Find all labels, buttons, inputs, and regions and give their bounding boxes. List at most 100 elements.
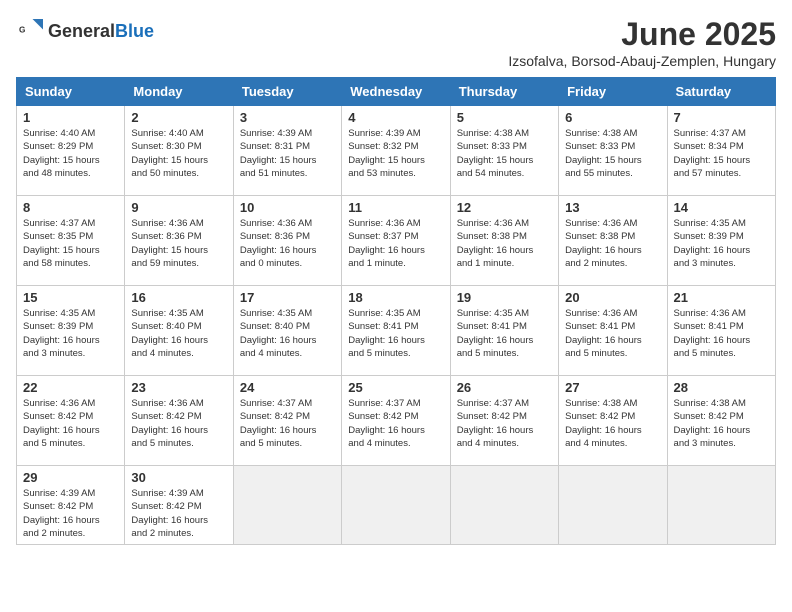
day-number: 19	[457, 290, 552, 305]
calendar-day-cell: 8Sunrise: 4:37 AM Sunset: 8:35 PM Daylig…	[17, 196, 125, 286]
day-number: 21	[674, 290, 769, 305]
calendar-table: SundayMondayTuesdayWednesdayThursdayFrid…	[16, 77, 776, 545]
calendar-day-cell: 23 Sunrise: 4:36 AM Sunset: 8:42 PM Dayli…	[125, 376, 233, 466]
calendar-day-cell: 18 Sunrise: 4:35 AM Sunset: 8:41 PM Dayli…	[342, 286, 450, 376]
day-of-week-header: Saturday	[667, 78, 775, 106]
calendar-week-row: 8Sunrise: 4:37 AM Sunset: 8:35 PM Daylig…	[17, 196, 776, 286]
day-of-week-header: Wednesday	[342, 78, 450, 106]
day-info: Sunrise: 4:35 AM Sunset: 8:41 PM Dayligh…	[348, 307, 443, 360]
day-info: Sunrise: 4:39 AM Sunset: 8:42 PM Dayligh…	[23, 487, 118, 540]
day-number: 20	[565, 290, 660, 305]
calendar-day-cell: 7 Sunrise: 4:37 AM Sunset: 8:34 PM Daylig…	[667, 106, 775, 196]
day-info: Sunrise: 4:37 AM Sunset: 8:42 PM Dayligh…	[457, 397, 552, 450]
day-number: 22	[23, 380, 118, 395]
location-title: Izsofalva, Borsod-Abauj-Zemplen, Hungary	[508, 53, 776, 69]
day-number: 14	[674, 200, 769, 215]
day-info: Sunrise: 4:36 AM Sunset: 8:41 PM Dayligh…	[674, 307, 769, 360]
calendar-day-cell: 24Sunrise: 4:37 AM Sunset: 8:42 PM Dayli…	[233, 376, 341, 466]
calendar-day-cell: 28 Sunrise: 4:38 AM Sunset: 8:42 PM Dayli…	[667, 376, 775, 466]
day-info: Sunrise: 4:38 AM Sunset: 8:33 PM Dayligh…	[565, 127, 660, 180]
day-info: Sunrise: 4:40 AM Sunset: 8:30 PM Dayligh…	[131, 127, 226, 180]
day-info: Sunrise: 4:35 AM Sunset: 8:40 PM Dayligh…	[240, 307, 335, 360]
calendar-day-cell	[667, 466, 775, 545]
day-of-week-header: Sunday	[17, 78, 125, 106]
day-info: Sunrise: 4:37 AM Sunset: 8:42 PM Dayligh…	[240, 397, 335, 450]
title-area: June 2025 Izsofalva, Borsod-Abauj-Zemple…	[508, 16, 776, 69]
calendar-day-cell: 6 Sunrise: 4:38 AM Sunset: 8:33 PM Daylig…	[559, 106, 667, 196]
day-number: 28	[674, 380, 769, 395]
day-of-week-header: Thursday	[450, 78, 558, 106]
day-number: 18	[348, 290, 443, 305]
day-info: Sunrise: 4:36 AM Sunset: 8:42 PM Dayligh…	[23, 397, 118, 450]
calendar-day-cell: 30 Sunrise: 4:39 AM Sunset: 8:42 PM Dayli…	[125, 466, 233, 545]
calendar-day-cell: 3 Sunrise: 4:39 AM Sunset: 8:31 PM Daylig…	[233, 106, 341, 196]
day-number: 7	[674, 110, 769, 125]
day-info: Sunrise: 4:36 AM Sunset: 8:42 PM Dayligh…	[131, 397, 226, 450]
day-info: Sunrise: 4:38 AM Sunset: 8:33 PM Dayligh…	[457, 127, 552, 180]
calendar-day-cell	[450, 466, 558, 545]
day-info: Sunrise: 4:36 AM Sunset: 8:38 PM Dayligh…	[457, 217, 552, 270]
day-info: Sunrise: 4:39 AM Sunset: 8:31 PM Dayligh…	[240, 127, 335, 180]
header: G GeneralBlue June 2025 Izsofalva, Borso…	[16, 16, 776, 69]
day-number: 13	[565, 200, 660, 215]
calendar-day-cell	[342, 466, 450, 545]
day-number: 16	[131, 290, 226, 305]
day-info: Sunrise: 4:38 AM Sunset: 8:42 PM Dayligh…	[565, 397, 660, 450]
day-info: Sunrise: 4:36 AM Sunset: 8:41 PM Dayligh…	[565, 307, 660, 360]
day-number: 23	[131, 380, 226, 395]
day-info: Sunrise: 4:36 AM Sunset: 8:37 PM Dayligh…	[348, 217, 443, 270]
month-title: June 2025	[508, 16, 776, 53]
day-number: 11	[348, 200, 443, 215]
day-number: 15	[23, 290, 118, 305]
calendar-day-cell: 22 Sunrise: 4:36 AM Sunset: 8:42 PM Dayli…	[17, 376, 125, 466]
calendar-day-cell: 1Sunrise: 4:40 AM Sunset: 8:29 PM Daylig…	[17, 106, 125, 196]
calendar-header-row: SundayMondayTuesdayWednesdayThursdayFrid…	[17, 78, 776, 106]
day-number: 25	[348, 380, 443, 395]
day-info: Sunrise: 4:36 AM Sunset: 8:36 PM Dayligh…	[240, 217, 335, 270]
day-of-week-header: Tuesday	[233, 78, 341, 106]
day-info: Sunrise: 4:37 AM Sunset: 8:34 PM Dayligh…	[674, 127, 769, 180]
calendar-day-cell: 10 Sunrise: 4:36 AM Sunset: 8:36 PM Dayli…	[233, 196, 341, 286]
calendar-day-cell: 27 Sunrise: 4:38 AM Sunset: 8:42 PM Dayli…	[559, 376, 667, 466]
day-info: Sunrise: 4:37 AM Sunset: 8:42 PM Dayligh…	[348, 397, 443, 450]
calendar-day-cell: 13 Sunrise: 4:36 AM Sunset: 8:38 PM Dayli…	[559, 196, 667, 286]
calendar-day-cell: 14 Sunrise: 4:35 AM Sunset: 8:39 PM Dayli…	[667, 196, 775, 286]
day-of-week-header: Monday	[125, 78, 233, 106]
day-info: Sunrise: 4:35 AM Sunset: 8:39 PM Dayligh…	[23, 307, 118, 360]
logo-general-text: General	[48, 21, 115, 41]
day-info: Sunrise: 4:35 AM Sunset: 8:40 PM Dayligh…	[131, 307, 226, 360]
svg-text:G: G	[19, 26, 25, 35]
calendar-day-cell: 12 Sunrise: 4:36 AM Sunset: 8:38 PM Dayli…	[450, 196, 558, 286]
calendar-week-row: 15 Sunrise: 4:35 AM Sunset: 8:39 PM Dayli…	[17, 286, 776, 376]
day-number: 12	[457, 200, 552, 215]
day-info: Sunrise: 4:36 AM Sunset: 8:38 PM Dayligh…	[565, 217, 660, 270]
logo: G GeneralBlue	[16, 16, 154, 46]
day-number: 27	[565, 380, 660, 395]
day-info: Sunrise: 4:38 AM Sunset: 8:42 PM Dayligh…	[674, 397, 769, 450]
calendar-week-row: 1Sunrise: 4:40 AM Sunset: 8:29 PM Daylig…	[17, 106, 776, 196]
day-number: 4	[348, 110, 443, 125]
day-number: 2	[131, 110, 226, 125]
day-info: Sunrise: 4:39 AM Sunset: 8:42 PM Dayligh…	[131, 487, 226, 540]
day-number: 1	[23, 110, 118, 125]
day-of-week-header: Friday	[559, 78, 667, 106]
day-number: 5	[457, 110, 552, 125]
day-number: 6	[565, 110, 660, 125]
day-info: Sunrise: 4:37 AM Sunset: 8:35 PM Dayligh…	[23, 217, 118, 270]
calendar-day-cell: 5 Sunrise: 4:38 AM Sunset: 8:33 PM Daylig…	[450, 106, 558, 196]
calendar-week-row: 22 Sunrise: 4:36 AM Sunset: 8:42 PM Dayli…	[17, 376, 776, 466]
day-info: Sunrise: 4:35 AM Sunset: 8:39 PM Dayligh…	[674, 217, 769, 270]
day-number: 10	[240, 200, 335, 215]
day-info: Sunrise: 4:35 AM Sunset: 8:41 PM Dayligh…	[457, 307, 552, 360]
calendar-day-cell: 15 Sunrise: 4:35 AM Sunset: 8:39 PM Dayli…	[17, 286, 125, 376]
day-number: 3	[240, 110, 335, 125]
calendar-day-cell: 21 Sunrise: 4:36 AM Sunset: 8:41 PM Dayli…	[667, 286, 775, 376]
calendar-day-cell: 11 Sunrise: 4:36 AM Sunset: 8:37 PM Dayli…	[342, 196, 450, 286]
calendar-day-cell	[559, 466, 667, 545]
day-number: 30	[131, 470, 226, 485]
calendar-day-cell	[233, 466, 341, 545]
day-number: 29	[23, 470, 118, 485]
calendar-day-cell: 25 Sunrise: 4:37 AM Sunset: 8:42 PM Dayli…	[342, 376, 450, 466]
calendar-week-row: 29 Sunrise: 4:39 AM Sunset: 8:42 PM Dayli…	[17, 466, 776, 545]
day-number: 9	[131, 200, 226, 215]
